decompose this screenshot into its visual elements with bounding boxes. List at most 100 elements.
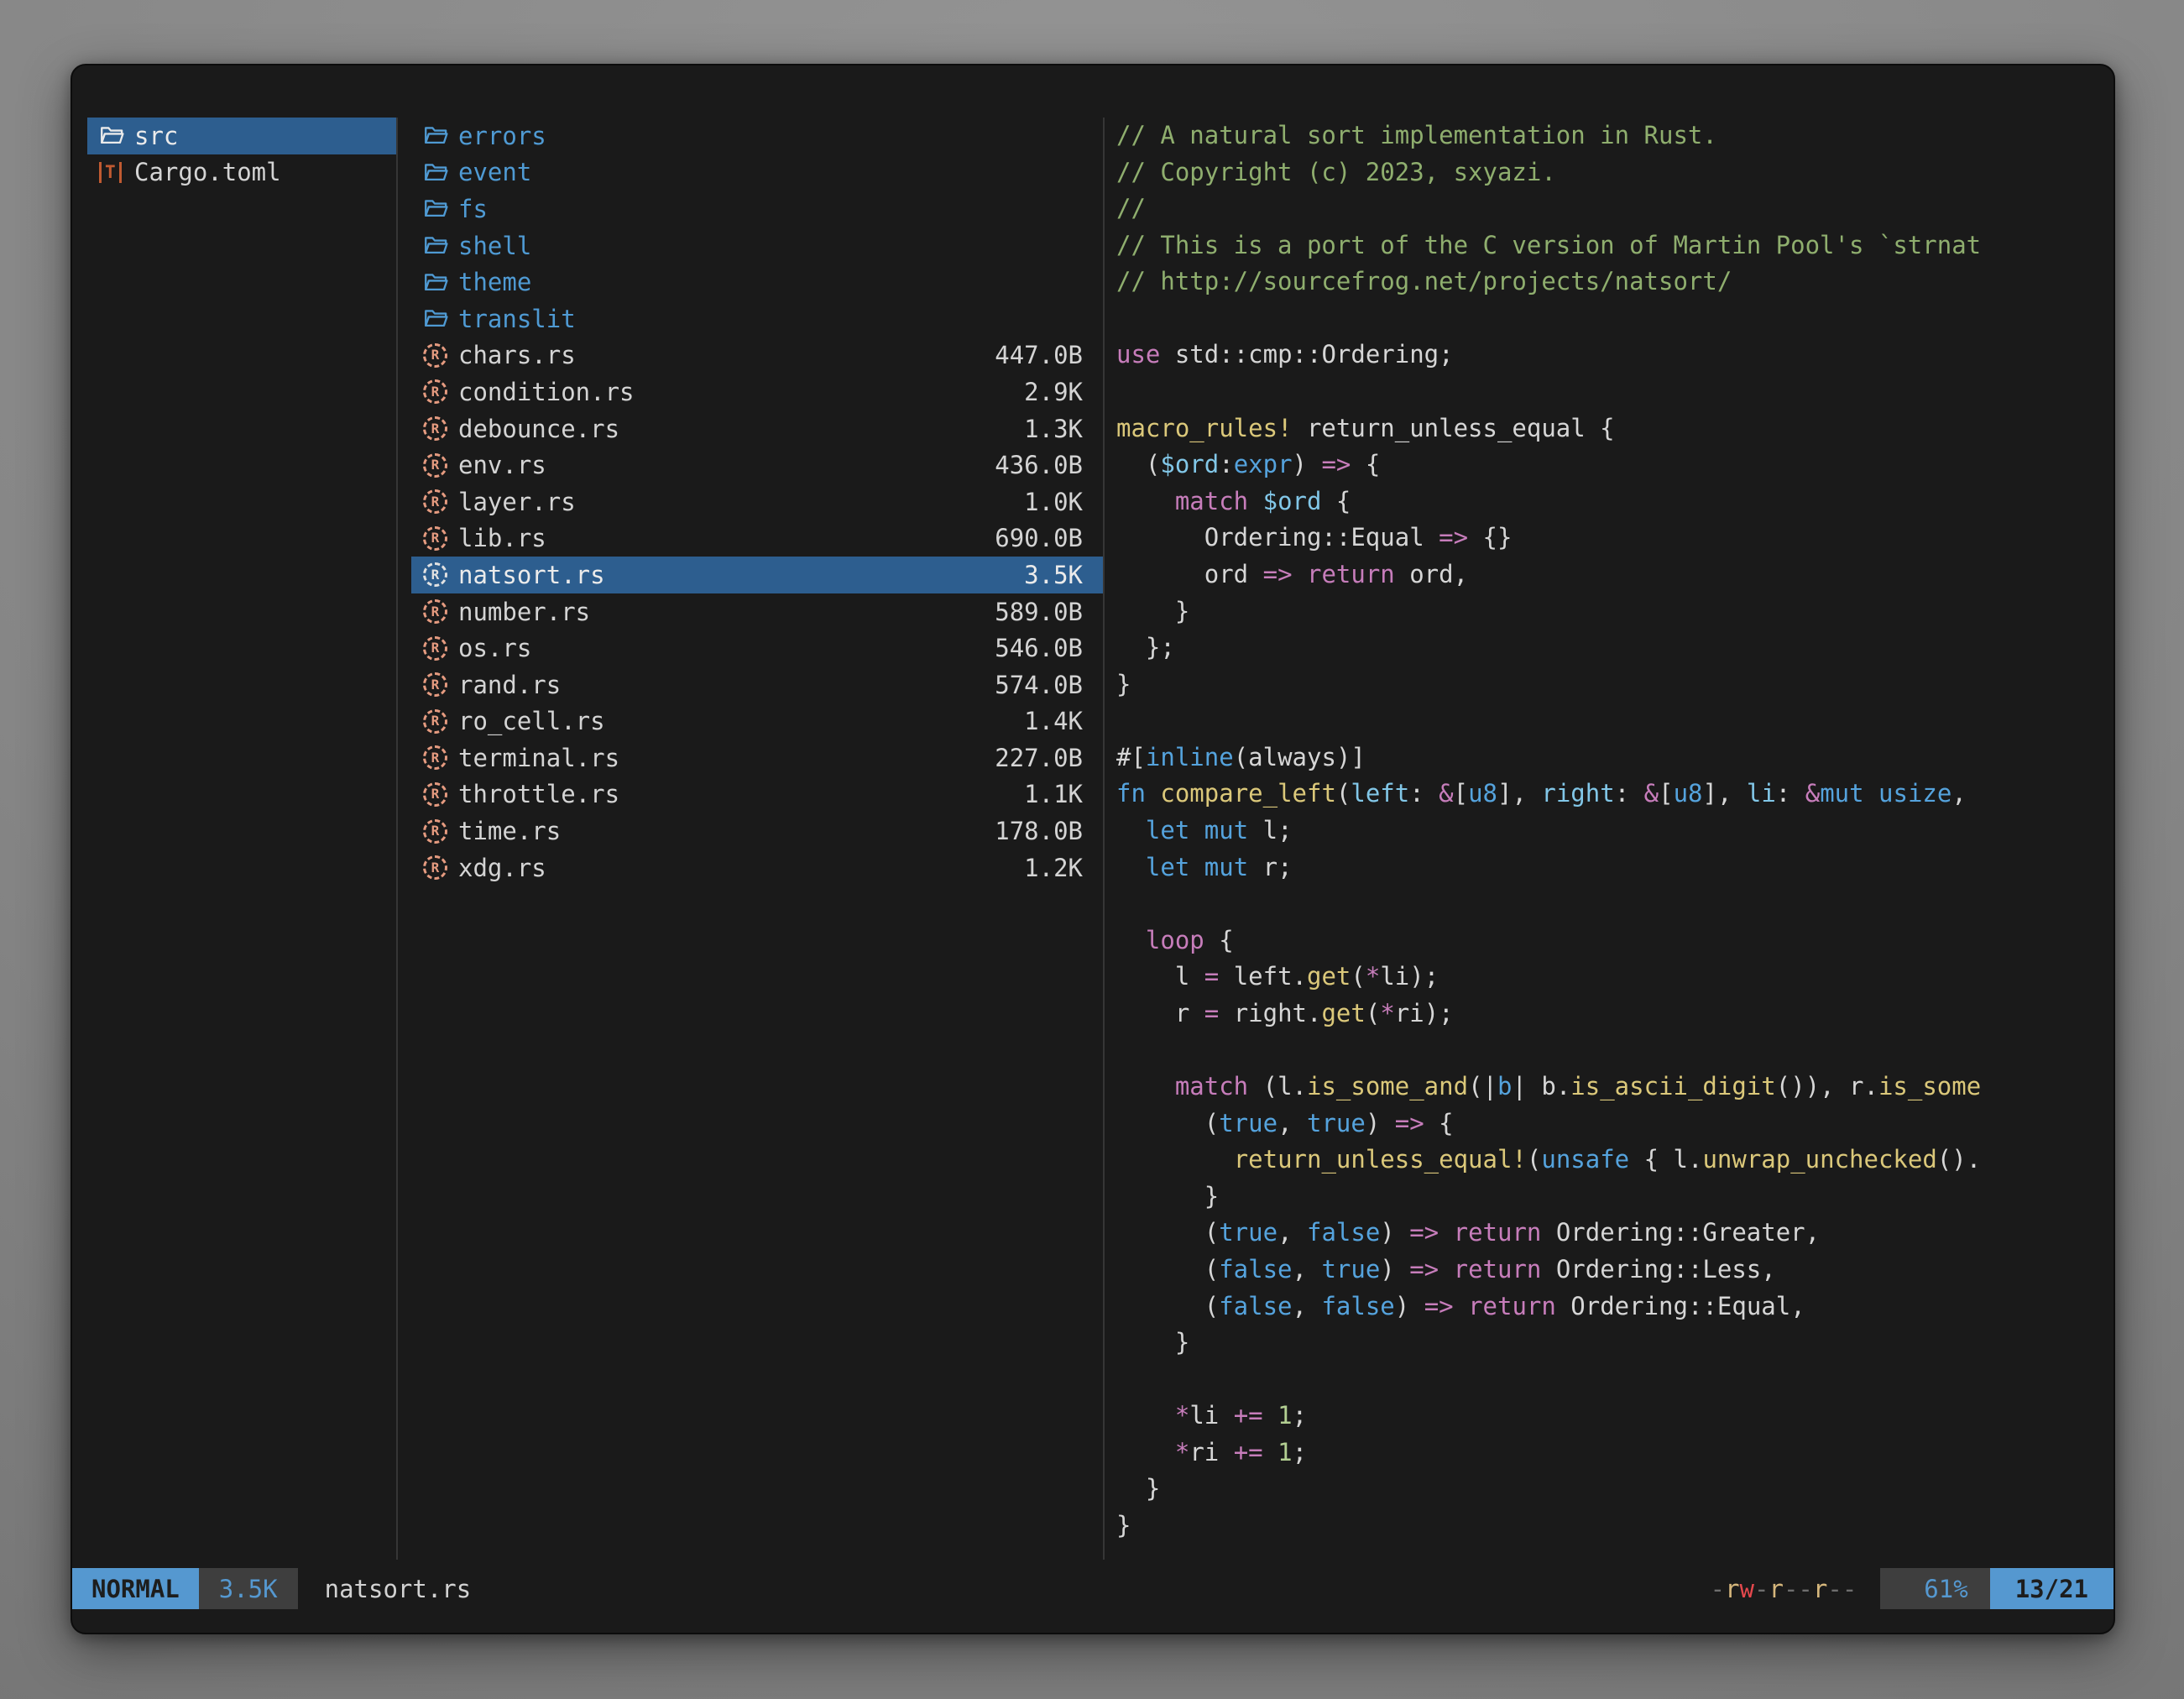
folder-row[interactable]: src (87, 118, 396, 154)
code-line: (true, false) => return Ordering::Greate… (1116, 1215, 2113, 1252)
code-line: (false, true) => return Ordering::Less, (1116, 1252, 2113, 1289)
preview-pane[interactable]: // A natural sort implementation in Rust… (1105, 118, 2113, 1560)
file-row[interactable]: Rchars.rs447.0B (411, 337, 1103, 374)
file-row[interactable]: Ros.rs546.0B (411, 630, 1103, 667)
code-line: } (1116, 1179, 2113, 1215)
current-pane: errorseventfsshellthemetranslitRchars.rs… (398, 118, 1103, 1560)
status-bar: NORMAL 3.5K natsort.rs -rw-r--r-- 61% 13… (72, 1568, 2113, 1609)
code-line: } (1116, 1508, 2113, 1545)
folder-row[interactable]: shell (411, 227, 1103, 264)
item-label: env.rs (458, 451, 546, 479)
file-manager-window: srcTCargo.toml errorseventfsshellthemetr… (71, 64, 2115, 1634)
file-row[interactable]: Rrand.rs574.0B (411, 667, 1103, 703)
code-line: let mut l; (1116, 813, 2113, 850)
rust-icon: R (423, 453, 458, 478)
item-size: 690.0B (995, 524, 1083, 552)
code-line (1116, 374, 2113, 410)
rust-icon: R (423, 526, 458, 551)
code-line: (false, false) => return Ordering::Equal… (1116, 1289, 2113, 1325)
file-row[interactable]: Rterminal.rs 227.0B (411, 740, 1103, 776)
item-label: lib.rs (458, 524, 546, 552)
item-label: os.rs (458, 634, 531, 662)
code-line: return_unless_equal!(unsafe { l.unwrap_u… (1116, 1142, 2113, 1179)
item-size: 1.4K (1024, 707, 1083, 735)
file-row[interactable]: Rxdg.rs1.2K (411, 850, 1103, 886)
status-filename: natsort.rs (325, 1568, 472, 1609)
rust-icon: R (423, 489, 458, 514)
file-size-badge: 3.5K (199, 1568, 298, 1609)
folder-open-icon (423, 196, 458, 222)
folder-row[interactable]: theme (411, 264, 1103, 301)
code-line: match (l.is_some_and(|b| b.is_ascii_digi… (1116, 1069, 2113, 1106)
item-size: 3.5K (1024, 561, 1083, 589)
folder-open-icon (423, 159, 458, 186)
item-label: chars.rs (458, 341, 576, 369)
file-row[interactable]: Rthrottle.rs1.1K (411, 776, 1103, 813)
code-line (1116, 703, 2113, 740)
folder-open-icon (423, 269, 458, 295)
item-label: translit (458, 305, 576, 333)
code-line: macro_rules! return_unless_equal { (1116, 410, 2113, 447)
toml-icon: T (99, 162, 134, 183)
file-row[interactable]: TCargo.toml (87, 154, 396, 191)
file-row[interactable]: Rro_cell.rs1.4K (411, 703, 1103, 740)
folder-row[interactable]: fs (411, 191, 1103, 227)
code-line: fn compare_left(left: &[u8], right: &[u8… (1116, 776, 2113, 813)
folder-open-icon (423, 306, 458, 332)
folder-open-icon (423, 233, 458, 259)
file-row[interactable]: Rlayer.rs1.0K (411, 484, 1103, 520)
code-line: r = right.get(*ri); (1116, 996, 2113, 1032)
code-line: *li += 1; (1116, 1398, 2113, 1435)
rust-icon: R (423, 819, 458, 844)
item-label: fs (458, 195, 488, 223)
code-line: } (1116, 1325, 2113, 1362)
rust-icon: R (423, 782, 458, 807)
rust-icon: R (423, 709, 458, 734)
item-size: 2.9K (1024, 378, 1083, 406)
item-label: Cargo.toml (134, 158, 281, 186)
folder-row[interactable]: event (411, 154, 1103, 191)
code-line: }; (1116, 630, 2113, 667)
file-row[interactable]: Rdebounce.rs 1.3K (411, 410, 1103, 447)
file-row[interactable]: Rlib.rs 690.0B (411, 520, 1103, 557)
rust-icon: R (423, 562, 458, 587)
code-line: } (1116, 1471, 2113, 1508)
item-label: terminal.rs (458, 744, 619, 772)
rust-icon: R (423, 745, 458, 770)
preview-percent-badge: 61% (1880, 1568, 1989, 1609)
file-row[interactable]: Rtime.rs178.0B (411, 813, 1103, 850)
folder-open-icon (99, 123, 134, 149)
item-label: src (134, 122, 178, 150)
item-label: event (458, 158, 531, 186)
code-line: (true, true) => { (1116, 1106, 2113, 1142)
rust-icon: R (423, 416, 458, 441)
item-size: 1.0K (1024, 488, 1083, 516)
item-size: 1.3K (1024, 415, 1083, 443)
item-label: debounce.rs (458, 415, 619, 443)
code-line: #[inline(always)] (1116, 740, 2113, 776)
item-size: 574.0B (995, 671, 1083, 699)
item-size: 227.0B (995, 744, 1083, 772)
folder-row[interactable]: errors (411, 118, 1103, 154)
code-line: *ri += 1; (1116, 1435, 2113, 1472)
item-label: number.rs (458, 598, 590, 626)
rust-icon: R (423, 343, 458, 368)
code-line: // A natural sort implementation in Rust… (1116, 118, 2113, 154)
code-line: // http://sourcefrog.net/projects/natsor… (1116, 264, 2113, 301)
item-size: 1.2K (1024, 854, 1083, 882)
code-line (1116, 1362, 2113, 1398)
item-label: theme (458, 268, 531, 296)
folder-row[interactable]: translit (411, 301, 1103, 337)
item-size: 178.0B (995, 817, 1083, 845)
file-row[interactable]: Rnatsort.rs3.5K (411, 557, 1103, 593)
mode-badge: NORMAL (72, 1568, 199, 1609)
permissions-text: -rw-r--r-- (1711, 1568, 1857, 1609)
code-line (1116, 1032, 2113, 1069)
file-row[interactable]: Rcondition.rs2.9K (411, 374, 1103, 410)
item-size: 546.0B (995, 634, 1083, 662)
code-line: match $ord { (1116, 484, 2113, 520)
file-row[interactable]: Rnumber.rs589.0B (411, 593, 1103, 630)
file-row[interactable]: Renv.rs436.0B (411, 447, 1103, 484)
item-label: condition.rs (458, 378, 635, 406)
item-label: errors (458, 122, 546, 150)
